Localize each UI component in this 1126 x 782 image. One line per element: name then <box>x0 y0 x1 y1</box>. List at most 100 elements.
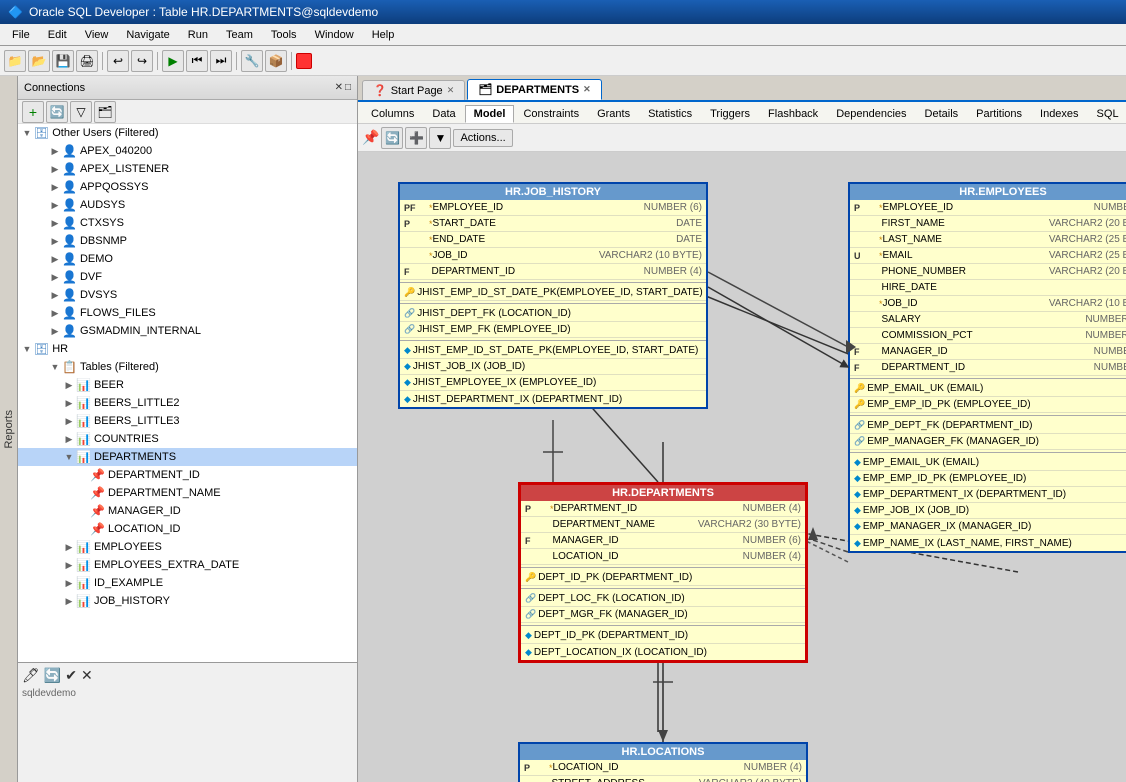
tree-label: Tables (Filtered) <box>80 361 159 373</box>
tree-item-hr[interactable]: ▼ 🗄 HR <box>18 340 357 358</box>
menu-edit[interactable]: Edit <box>40 27 75 43</box>
sub-tab-flashback[interactable]: Flashback <box>759 105 827 122</box>
menu-view[interactable]: View <box>77 27 117 43</box>
bottom-cancel-btn[interactable]: ✕ <box>81 667 93 684</box>
sub-tab-constraints[interactable]: Constraints <box>514 105 588 122</box>
tree-item-employees[interactable]: ▶ 📊 EMPLOYEES <box>18 538 357 556</box>
tree-item-dept-name[interactable]: 📌 DEPARTMENT_NAME <box>18 484 357 502</box>
sub-tab-details[interactable]: Details <box>916 105 968 122</box>
er-table-job-history[interactable]: HR.JOB_HISTORY PF * EMPLOYEE_ID NUMBER (… <box>398 182 708 409</box>
sub-tab-indexes[interactable]: Indexes <box>1031 105 1088 122</box>
tree-item-dbsnmp[interactable]: ▶ 👤 DBSNMP <box>18 232 357 250</box>
bottom-check-btn[interactable]: ✔ <box>65 667 77 684</box>
sub-tab-data[interactable]: Data <box>423 105 464 122</box>
toolbar-sep4 <box>291 52 292 70</box>
tree-item-audsys[interactable]: ▶ 👤 AUDSYS <box>18 196 357 214</box>
tree-item-departments[interactable]: ▼ 📊 DEPARTMENTS <box>18 448 357 466</box>
idx-icon: ◆ <box>404 361 411 372</box>
er-table-locations[interactable]: HR.LOCATIONS P * LOCATION_ID NUMBER (4) … <box>518 742 808 782</box>
tree-item-manager-id[interactable]: 📌 MANAGER_ID <box>18 502 357 520</box>
tree-item-location-id[interactable]: 📌 LOCATION_ID <box>18 520 357 538</box>
er-table-departments-header: HR.DEPARTMENTS <box>521 485 805 501</box>
sub-tab-triggers[interactable]: Triggers <box>701 105 759 122</box>
tree-label: LOCATION_ID <box>108 523 181 535</box>
tree-item-beer[interactable]: ▶ 📊 BEER <box>18 376 357 394</box>
toolbar-open-btn[interactable]: 📂 <box>28 50 50 72</box>
er-col-name: DEPT_ID_PK (DEPARTMENT_ID) <box>534 630 801 641</box>
toolbar-redo-btn[interactable]: ↪ <box>131 50 153 72</box>
tree-item-ctxsys[interactable]: ▶ 👤 CTXSYS <box>18 214 357 232</box>
sub-tab-columns[interactable]: Columns <box>362 105 423 122</box>
tree-item-other-users[interactable]: ▼ 🗄 Other Users (Filtered) <box>18 124 357 142</box>
sub-tab-statistics[interactable]: Statistics <box>639 105 701 122</box>
tree-item-beers-little3[interactable]: ▶ 📊 BEERS_LITTLE3 <box>18 412 357 430</box>
er-col-name: DEPT_LOC_FK (LOCATION_ID) <box>538 593 801 604</box>
tree-item-job-history[interactable]: ▶ 📊 JOB_HISTORY <box>18 592 357 610</box>
menu-team[interactable]: Team <box>218 27 261 43</box>
er-table-employees[interactable]: HR.EMPLOYEES P * EMPLOYEE_ID NUMBER (6) … <box>848 182 1126 553</box>
sidebar-filter-btn[interactable]: ▽ <box>70 101 92 123</box>
toolbar-run-btn[interactable]: ▶ <box>162 50 184 72</box>
bottom-add-btn[interactable]: 🖊 <box>22 667 40 684</box>
tab-departments[interactable]: 🗂 DEPARTMENTS ✕ <box>467 79 601 100</box>
sidebar-schema-btn[interactable]: 🗂 <box>94 101 116 123</box>
pin-btn[interactable]: 📌 <box>362 129 379 146</box>
tab-departments-label: DEPARTMENTS <box>496 84 579 96</box>
tree-item-countries[interactable]: ▶ 📊 COUNTRIES <box>18 430 357 448</box>
content-area: ❓ Start Page ✕ 🗂 DEPARTMENTS ✕ Columns D… <box>358 76 1126 782</box>
tree-item-apex040200[interactable]: ▶ 👤 APEX_040200 <box>18 142 357 160</box>
toolbar-save-btn[interactable]: 💾 <box>52 50 74 72</box>
sidebar-refresh-btn[interactable]: 🔄 <box>46 101 68 123</box>
bottom-refresh-btn[interactable]: 🔄 <box>44 667 61 684</box>
model-actions-btn[interactable]: Actions... <box>453 129 512 147</box>
toolbar-undo-btn[interactable]: ↩ <box>107 50 129 72</box>
tree-item-dept-id[interactable]: 📌 DEPARTMENT_ID <box>18 466 357 484</box>
toolbar-settings-btn[interactable]: 🔧 <box>241 50 263 72</box>
tree-item-tables-filtered[interactable]: ▼ 📋 Tables (Filtered) <box>18 358 357 376</box>
tree-item-flows-files[interactable]: ▶ 👤 FLOWS_FILES <box>18 304 357 322</box>
toolbar-package-btn[interactable]: 📦 <box>265 50 287 72</box>
model-canvas[interactable]: HR.JOB_HISTORY PF * EMPLOYEE_ID NUMBER (… <box>358 152 1126 782</box>
er-table-departments[interactable]: HR.DEPARTMENTS P * DEPARTMENT_ID NUMBER … <box>518 482 808 663</box>
sub-tab-grants[interactable]: Grants <box>588 105 639 122</box>
tree-item-employees-extra[interactable]: ▶ 📊 EMPLOYEES_EXTRA_DATE <box>18 556 357 574</box>
toolbar-print-btn[interactable]: 🖨 <box>76 50 98 72</box>
menu-window[interactable]: Window <box>307 27 362 43</box>
menu-file[interactable]: File <box>4 27 38 43</box>
sidebar-close-btn[interactable]: ✕ <box>335 82 343 93</box>
model-refresh-btn[interactable]: 🔄 <box>381 127 403 149</box>
tree-item-dvf[interactable]: ▶ 👤 DVF <box>18 268 357 286</box>
tree-label: DEPARTMENT_ID <box>108 469 200 481</box>
sub-tab-sql[interactable]: SQL <box>1088 105 1126 122</box>
tree-item-demo[interactable]: ▶ 👤 DEMO <box>18 250 357 268</box>
tree-label: AUDSYS <box>80 199 125 211</box>
toolbar-next-btn[interactable]: ⏭ <box>210 50 232 72</box>
menu-help[interactable]: Help <box>364 27 403 43</box>
tab-departments-icon: 🗂 <box>478 83 492 96</box>
tree-item-gsmadmin[interactable]: ▶ 👤 GSMADMIN_INTERNAL <box>18 322 357 340</box>
toolbar-stop-btn[interactable] <box>296 53 312 69</box>
model-add-btn[interactable]: ➕ <box>405 127 427 149</box>
er-col-name: LAST_NAME <box>883 234 1045 245</box>
model-dropdown-btn[interactable]: ▼ <box>429 127 451 149</box>
er-row-jh-fk1: 🔗 JHIST_DEPT_FK (LOCATION_ID) <box>400 306 706 322</box>
tree-item-dvsys[interactable]: ▶ 👤 DVSYS <box>18 286 357 304</box>
sidebar-maximize-btn[interactable]: □ <box>345 82 351 93</box>
sidebar-add-btn[interactable]: + <box>22 101 44 123</box>
tab-start-page[interactable]: ❓ Start Page ✕ <box>362 80 465 100</box>
tab-departments-close[interactable]: ✕ <box>583 84 591 95</box>
toolbar-new-btn[interactable]: 📁 <box>4 50 26 72</box>
tree-item-apex-listener[interactable]: ▶ 👤 APEX_LISTENER <box>18 160 357 178</box>
tree-item-appqossys[interactable]: ▶ 👤 APPQOSSYS <box>18 178 357 196</box>
menu-navigate[interactable]: Navigate <box>118 27 177 43</box>
menu-tools[interactable]: Tools <box>263 27 305 43</box>
reports-tab[interactable]: Reports <box>0 76 18 782</box>
sub-tab-model[interactable]: Model <box>465 105 515 123</box>
sub-tab-partitions[interactable]: Partitions <box>967 105 1031 122</box>
toolbar-prev-btn[interactable]: ⏮ <box>186 50 208 72</box>
tab-start-page-close[interactable]: ✕ <box>447 85 455 96</box>
sub-tab-dependencies[interactable]: Dependencies <box>827 105 915 122</box>
menu-run[interactable]: Run <box>180 27 216 43</box>
tree-item-id-example[interactable]: ▶ 📊 ID_EXAMPLE <box>18 574 357 592</box>
tree-item-beers-little2[interactable]: ▶ 📊 BEERS_LITTLE2 <box>18 394 357 412</box>
